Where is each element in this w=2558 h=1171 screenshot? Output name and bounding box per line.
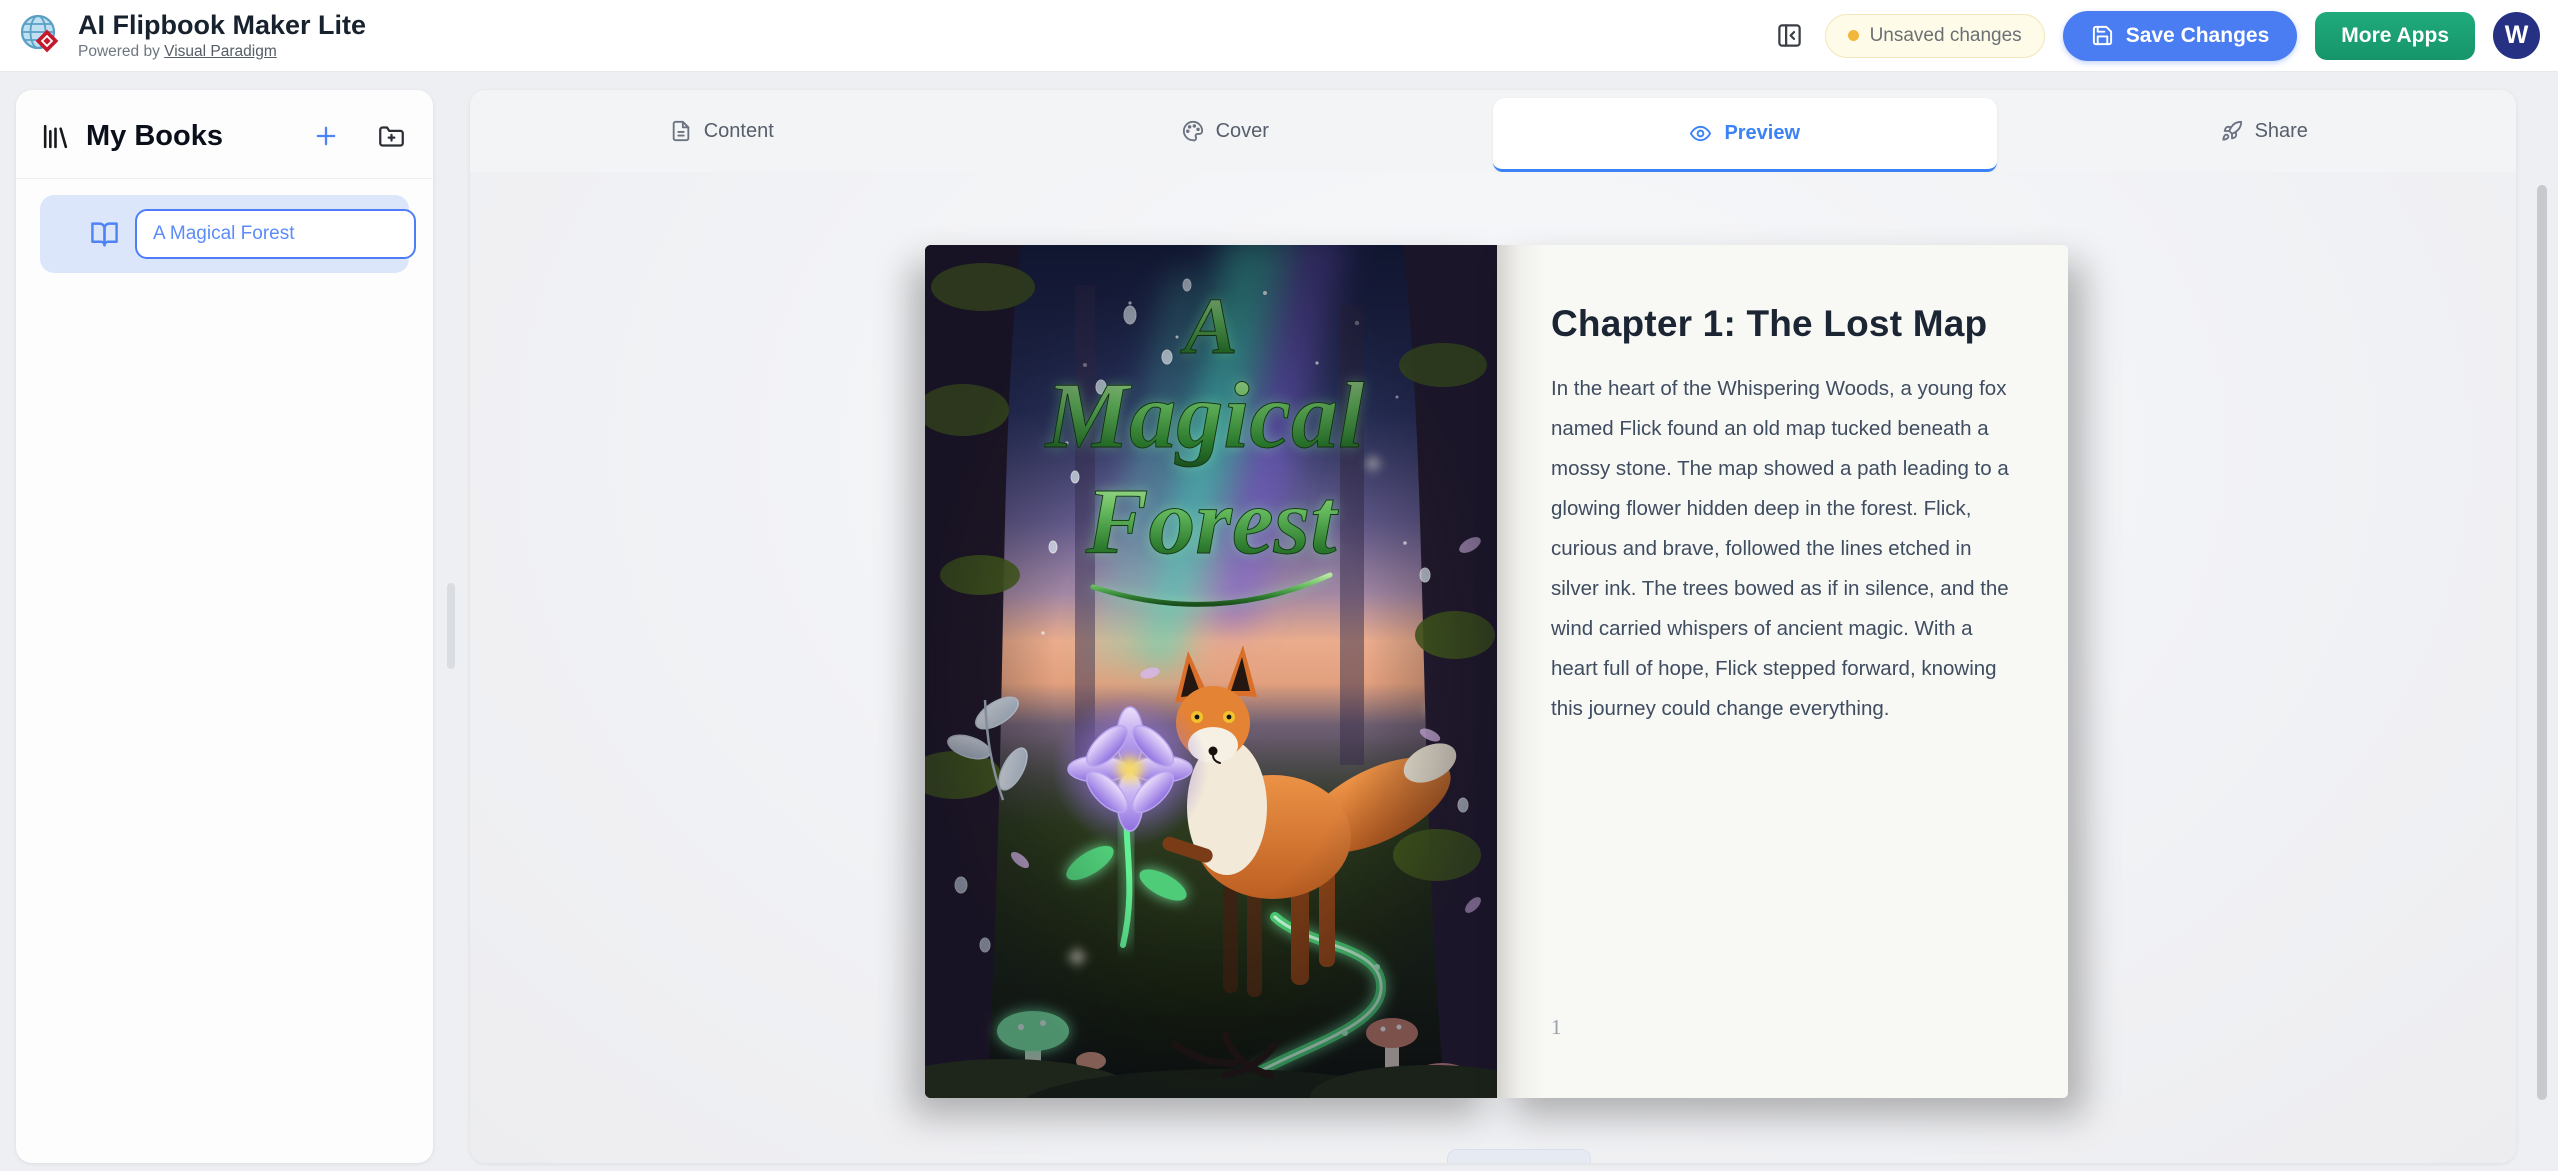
book-open-icon (90, 220, 119, 249)
palette-icon (1182, 120, 1204, 142)
save-changes-button[interactable]: Save Changes (2062, 10, 2298, 61)
chapter-body: In the heart of the Whispering Woods, a … (1551, 377, 2009, 720)
tab-content-label: Content (703, 119, 774, 142)
folder-plus-icon (379, 125, 404, 147)
tab-cover-label: Cover (1215, 119, 1269, 142)
more-apps-label: More Apps (2341, 23, 2449, 47)
rocket-icon (2221, 120, 2243, 142)
tab-content[interactable]: Content (470, 90, 974, 172)
brand: AI Flipbook Maker Lite Powered by Visual… (18, 10, 366, 60)
unsaved-changes-badge: Unsaved changes (1824, 13, 2045, 58)
user-avatar[interactable]: W (2493, 12, 2540, 59)
collapse-panel-button[interactable] (1773, 19, 1807, 53)
sidebar-title: My Books (86, 119, 223, 152)
page-number: 1 (1551, 1015, 1562, 1039)
save-changes-label: Save Changes (2125, 23, 2270, 47)
plus-icon (316, 126, 336, 146)
flipbook: A Magical Forest (925, 245, 2068, 1098)
file-text-icon (670, 120, 692, 142)
add-book-button[interactable] (308, 118, 344, 154)
sidebar-resize-handle[interactable] (447, 583, 455, 669)
tab-bar: Content Cover Preview Share (470, 90, 2516, 172)
book-title-input[interactable] (135, 209, 416, 259)
book-text-page[interactable]: Chapter 1: The Lost Map In the heart of … (1497, 245, 2068, 1098)
app-title: AI Flipbook Maker Lite (78, 10, 367, 41)
my-books-sidebar: My Books (16, 90, 433, 1163)
eye-icon (1689, 122, 1712, 145)
library-icon (40, 121, 71, 152)
more-apps-button[interactable]: More Apps (2315, 11, 2475, 60)
powered-by-prefix: Powered by (78, 42, 165, 60)
app-header: AI Flipbook Maker Lite Powered by Visual… (0, 0, 2558, 72)
unsaved-changes-label: Unsaved changes (1869, 24, 2022, 46)
sidebar-divider (16, 178, 433, 179)
new-folder-button[interactable] (374, 119, 409, 154)
book-cover-image: A Magical Forest (925, 245, 1497, 1098)
avatar-initial: W (2504, 21, 2529, 49)
preview-toolbar-pill[interactable] (1447, 1149, 1591, 1163)
save-icon (2092, 25, 2112, 46)
tab-share[interactable]: Share (2013, 90, 2517, 172)
tab-cover[interactable]: Cover (974, 90, 1478, 172)
preview-area: A Magical Forest (470, 172, 2516, 1163)
page-scrollbar-thumb[interactable] (2537, 185, 2547, 1100)
visual-paradigm-link[interactable]: Visual Paradigm (164, 43, 277, 60)
chapter-title: Chapter 1: The Lost Map (1551, 303, 1988, 344)
unsaved-dot-icon (1847, 30, 1859, 41)
powered-by: Powered by Visual Paradigm (78, 43, 366, 61)
book-list-item[interactable] (40, 195, 416, 273)
tab-preview-label: Preview (1724, 122, 1801, 144)
visual-paradigm-logo-icon (20, 15, 59, 53)
tab-share-label: Share (2254, 119, 2308, 142)
book-cover-page[interactable]: A Magical Forest (925, 245, 1497, 1098)
editor-panel: Content Cover Preview Share Chapter 1: T… (470, 90, 2516, 1163)
panel-left-close-icon (1778, 24, 1801, 47)
tab-preview[interactable]: Preview (1493, 98, 1997, 172)
